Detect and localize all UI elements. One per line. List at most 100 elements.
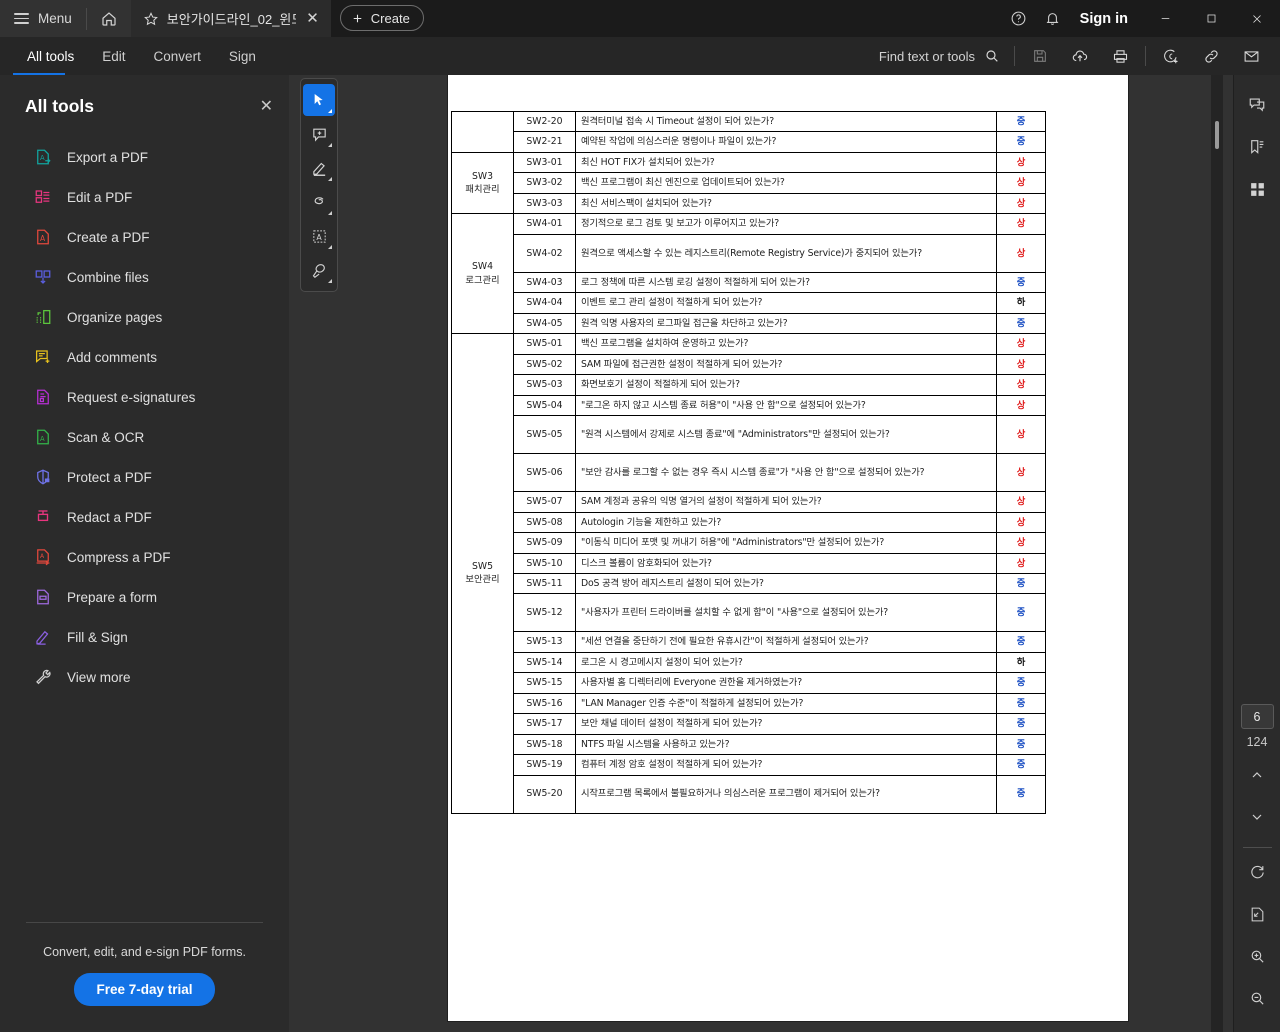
sidebar-item-create-a-pdf[interactable]: A Create a PDF xyxy=(0,217,289,257)
code-cell: SW5-11 xyxy=(513,572,576,595)
sidebar-item-protect-a-pdf[interactable]: Protect a PDF xyxy=(0,457,289,497)
code-cell: SW5-16 xyxy=(513,692,576,715)
sidebar-item-redact-a-pdf[interactable]: Redact a PDF xyxy=(0,497,289,537)
add-stamp-button[interactable] xyxy=(1152,37,1190,75)
select-cursor-tool[interactable] xyxy=(303,84,335,116)
fit-page-button[interactable] xyxy=(1239,896,1275,932)
description-cell: 원격으로 액세스할 수 있는 레지스트리(Remote Registry Ser… xyxy=(575,233,997,273)
level-cell: 상 xyxy=(996,552,1046,574)
cloud-upload-button[interactable] xyxy=(1061,37,1099,75)
tab-sign[interactable]: Sign xyxy=(215,37,270,75)
sidebar-item-compress-a-pdf[interactable]: A Compress a PDF xyxy=(0,537,289,577)
sidebar-item-label: Request e-signatures xyxy=(67,389,196,405)
sidebar-item-prepare-a-form[interactable]: Prepare a form xyxy=(0,577,289,617)
level-cell: 상 xyxy=(996,491,1046,513)
tab-convert[interactable]: Convert xyxy=(140,37,215,75)
notifications-button[interactable] xyxy=(1036,0,1070,37)
email-button[interactable] xyxy=(1232,37,1270,75)
table-row: SW5-04 "로그온 하지 않고 시스템 종료 허용"이 "사용 안 함"으로… xyxy=(452,394,1046,417)
sidebar-item-scan-and-ocr[interactable]: A Scan & OCR xyxy=(0,417,289,457)
divider xyxy=(1014,46,1015,66)
view-more-icon xyxy=(33,668,52,687)
close-panel-icon[interactable]: ✕ xyxy=(260,98,273,115)
category-line2: 패치관리 xyxy=(465,184,500,196)
table-row: SW5-02 SAM 파일에 접근권한 설정이 적절하게 되어 있는가? 상 xyxy=(452,353,1046,376)
sidebar-item-export-a-pdf[interactable]: A Export a PDF xyxy=(0,137,289,177)
print-button[interactable] xyxy=(1101,37,1139,75)
sidebar-item-add-comments[interactable]: Add comments xyxy=(0,337,289,377)
code-cell: SW5-01 xyxy=(513,333,576,355)
code-cell: SW4-02 xyxy=(513,233,576,273)
find-text-or-tools-button[interactable]: Find text or tools xyxy=(879,48,1008,64)
draw-freehand-icon xyxy=(311,194,328,211)
minimize-button[interactable] xyxy=(1142,0,1188,37)
create-button[interactable]: Create xyxy=(339,5,424,31)
add-comments-icon xyxy=(33,348,52,367)
sidebar-item-organize-pages[interactable]: Organize pages xyxy=(0,297,289,337)
zoom-in-button[interactable] xyxy=(1239,938,1275,974)
star-icon[interactable] xyxy=(143,11,159,27)
help-icon xyxy=(1010,10,1027,27)
level-cell: 중 xyxy=(996,774,1046,814)
previous-page-button[interactable] xyxy=(1239,757,1275,793)
free-trial-button[interactable]: Free 7-day trial xyxy=(74,973,215,1006)
menu-button[interactable]: Menu xyxy=(0,0,86,37)
code-cell: SW2-21 xyxy=(513,131,576,153)
code-cell: SW5-18 xyxy=(513,733,576,756)
save-button[interactable] xyxy=(1021,37,1059,75)
code-cell: SW2-20 xyxy=(513,110,576,133)
sidebar-item-label: Organize pages xyxy=(67,309,163,325)
organize-pages-icon xyxy=(33,308,52,327)
highlight-icon xyxy=(311,160,328,177)
maximize-button[interactable] xyxy=(1188,0,1234,37)
rotate-button[interactable] xyxy=(1239,854,1275,890)
home-button[interactable] xyxy=(87,0,131,37)
thumbnail-panel-button[interactable] xyxy=(1239,171,1275,207)
sidebar-item-request-e-signatures[interactable]: Request e-signatures xyxy=(0,377,289,417)
level-cell: 중 xyxy=(996,110,1046,133)
sign-in-button[interactable]: Sign in xyxy=(1070,11,1142,27)
document-scrollbar[interactable] xyxy=(1211,75,1223,1032)
description-cell: 원격터미널 접속 시 Timeout 설정이 되어 있는가? xyxy=(575,110,997,133)
pdf-page[interactable]: SW2-20 원격터미널 접속 시 Timeout 설정이 되어 있는가? 중 … xyxy=(448,75,1128,1021)
description-cell: 사용자별 홈 디렉터리에 Everyone 권한을 제거하였는가? xyxy=(575,672,997,694)
next-page-button[interactable] xyxy=(1239,799,1275,835)
document-tab[interactable]: 보안가이드라인_02_윈도… ✕ xyxy=(130,0,331,37)
add-comment-tool[interactable] xyxy=(303,118,335,150)
tab-edit[interactable]: Edit xyxy=(88,37,139,75)
close-window-button[interactable] xyxy=(1234,0,1280,37)
add-stamp-icon xyxy=(1163,48,1180,65)
sidebar-item-view-more[interactable]: View more xyxy=(0,657,289,697)
share-link-button[interactable] xyxy=(1192,37,1230,75)
description-cell: "LAN Manager 인증 수준"이 적절하게 설정되어 있는가? xyxy=(575,692,997,715)
description-cell: 디스크 볼륨이 암호화되어 있는가? xyxy=(575,552,997,574)
mail-icon xyxy=(1243,48,1260,65)
sidebar-item-combine-files[interactable]: Combine files xyxy=(0,257,289,297)
fit-page-icon xyxy=(1249,906,1266,923)
level-cell: 중 xyxy=(996,713,1046,735)
svg-text:A: A xyxy=(40,553,45,560)
category-cell: SW5 보안관리 xyxy=(451,333,514,814)
table-row: SW5-10 디스크 볼륨이 암호화되어 있는가? 상 xyxy=(452,552,1046,574)
description-cell: 최신 서비스팩이 설치되어 있는가? xyxy=(575,192,997,215)
level-cell: 중 xyxy=(996,672,1046,694)
code-cell: SW5-06 xyxy=(513,453,576,493)
level-cell: 상 xyxy=(996,233,1046,273)
code-cell: SW5-09 xyxy=(513,532,576,554)
stamp-tool[interactable] xyxy=(303,254,335,286)
scrollbar-thumb[interactable] xyxy=(1215,121,1219,149)
draw-freehand-tool[interactable] xyxy=(303,186,335,218)
sidebar-item-fill-and-sign[interactable]: Fill & Sign xyxy=(0,617,289,657)
bookmark-panel-button[interactable] xyxy=(1239,129,1275,165)
tab-all-tools[interactable]: All tools xyxy=(13,37,88,75)
level-cell: 상 xyxy=(996,333,1046,355)
current-page-input[interactable]: 6 xyxy=(1240,704,1274,729)
tab-close-icon[interactable]: ✕ xyxy=(304,11,321,26)
help-button[interactable] xyxy=(1002,0,1036,37)
document-tab-title: 보안가이드라인_02_윈도… xyxy=(166,12,296,27)
zoom-out-button[interactable] xyxy=(1239,980,1275,1016)
highlight-tool[interactable] xyxy=(303,152,335,184)
sidebar-item-edit-a-pdf[interactable]: Edit a PDF xyxy=(0,177,289,217)
text-edit-tool[interactable]: A xyxy=(303,220,335,252)
comment-panel-button[interactable] xyxy=(1239,87,1275,123)
